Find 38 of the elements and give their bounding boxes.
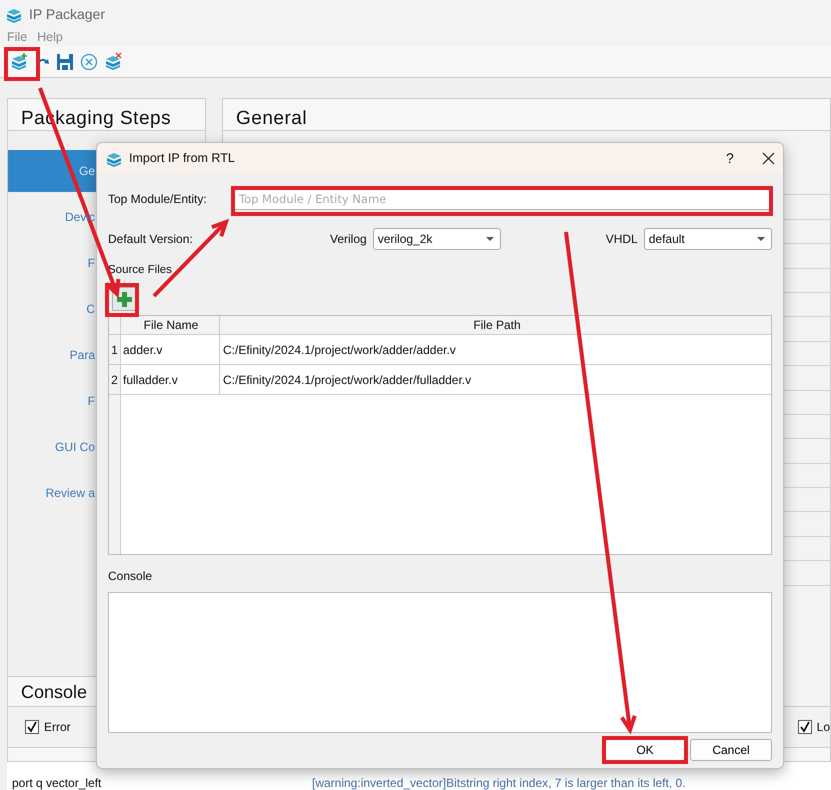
field-label: Top Module/Entity: — [108, 191, 208, 208]
remove-package-icon[interactable] — [104, 52, 123, 71]
field-label: VHDL — [606, 231, 638, 248]
menu-item[interactable]: File — [7, 28, 28, 46]
menu-item[interactable]: Help — [37, 28, 63, 46]
column-header: File Name — [121, 316, 220, 334]
caret-icon — [486, 237, 494, 241]
checkbox[interactable] — [798, 720, 812, 734]
plus-icon — [116, 290, 132, 308]
checkbox-label: Error — [44, 719, 71, 736]
help-button[interactable]: ? — [726, 148, 756, 168]
row-number: 1 — [109, 335, 121, 364]
panel-title: General — [222, 98, 831, 131]
table-cell-text: C:/Efinity/2024.1/project/work/adder/fulladder.v — [222, 372, 472, 389]
section-label: Console — [108, 568, 154, 586]
column-header: File Path — [472, 317, 522, 334]
save-icon[interactable] — [56, 52, 74, 70]
close-icon[interactable] — [762, 152, 775, 164]
console-text: port q vector_left — [12, 775, 102, 790]
table-cell: adder.v — [121, 335, 220, 364]
row-number: 2 — [109, 365, 121, 394]
checkbox[interactable] — [25, 720, 39, 734]
table-cell-text: C:/Efinity/2024.1/project/work/adder/adder.v — [222, 342, 457, 359]
caret-icon — [756, 237, 765, 241]
new-package-icon[interactable] — [10, 52, 29, 71]
input-field[interactable]: Top Module / Entity Name — [234, 188, 772, 210]
highlight-frame — [4, 47, 40, 81]
field-label: Default Version: — [108, 231, 194, 248]
checkbox-label: Lo — [816, 719, 830, 736]
table-cell: fulladder.v — [121, 365, 220, 394]
window-title: IP Packager — [29, 4, 106, 24]
dropdown[interactable]: verilog_2k — [372, 228, 501, 250]
field-label: Verilog — [330, 231, 367, 248]
dialog-title: Import IP from RTL — [129, 150, 236, 167]
dropdown[interactable]: default — [644, 228, 772, 250]
dialog-button[interactable]: Cancel — [690, 739, 772, 762]
highlight-frame — [105, 283, 139, 317]
console-message: [warning:inverted_vector]Bitstring right index, 7 is larger than its left, 0. — [312, 775, 686, 790]
